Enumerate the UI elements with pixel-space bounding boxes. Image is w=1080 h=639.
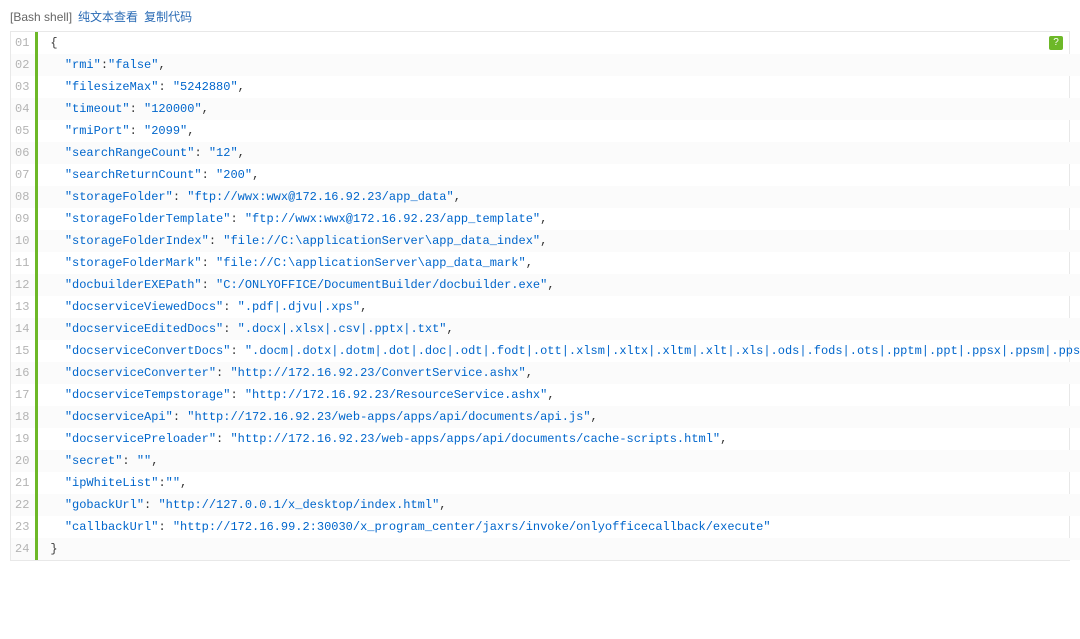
line-number: 13 (11, 296, 37, 318)
code-line: "ipWhiteList":"", (37, 472, 1080, 494)
code-line: "docservicePreloader": "http://172.16.92… (37, 428, 1080, 450)
line-number: 06 (11, 142, 37, 164)
code-row: 08 "storageFolder": "ftp://wwx:wwx@172.1… (11, 186, 1080, 208)
code-line: "searchReturnCount": "200", (37, 164, 1080, 186)
line-number: 03 (11, 76, 37, 98)
line-number: 21 (11, 472, 37, 494)
plain-text-link[interactable]: 纯文本查看 (78, 8, 138, 25)
code-row: 05 "rmiPort": "2099", (11, 120, 1080, 142)
copy-code-link[interactable]: 复制代码 (144, 8, 192, 25)
code-row: 15 "docserviceConvertDocs": ".docm|.dotx… (11, 340, 1080, 362)
code-block: ? 01{02 "rmi":"false",03 "filesizeMax": … (10, 31, 1070, 561)
line-number: 01 (11, 32, 37, 54)
code-line: "docserviceTempstorage": "http://172.16.… (37, 384, 1080, 406)
code-row: 10 "storageFolderIndex": "file://C:\appl… (11, 230, 1080, 252)
code-row: 02 "rmi":"false", (11, 54, 1080, 76)
code-line: "storageFolderMark": "file://C:\applicat… (37, 252, 1080, 274)
line-number: 24 (11, 538, 37, 560)
code-row: 17 "docserviceTempstorage": "http://172.… (11, 384, 1080, 406)
line-number: 12 (11, 274, 37, 296)
line-number: 11 (11, 252, 37, 274)
line-number: 02 (11, 54, 37, 76)
code-line: "timeout": "120000", (37, 98, 1080, 120)
code-line: } (37, 538, 1080, 560)
code-line: "docserviceViewedDocs": ".pdf|.djvu|.xps… (37, 296, 1080, 318)
line-number: 09 (11, 208, 37, 230)
line-number: 19 (11, 428, 37, 450)
line-number: 08 (11, 186, 37, 208)
code-row: 04 "timeout": "120000", (11, 98, 1080, 120)
code-row: 21 "ipWhiteList":"", (11, 472, 1080, 494)
code-row: 12 "docbuilderEXEPath": "C:/ONLYOFFICE/D… (11, 274, 1080, 296)
line-number: 04 (11, 98, 37, 120)
code-line: "docserviceEditedDocs": ".docx|.xlsx|.cs… (37, 318, 1080, 340)
language-label: [Bash shell] (10, 10, 72, 24)
code-table: 01{02 "rmi":"false",03 "filesizeMax": "5… (11, 32, 1080, 560)
code-row: 06 "searchRangeCount": "12", (11, 142, 1080, 164)
code-line: "gobackUrl": "http://127.0.0.1/x_desktop… (37, 494, 1080, 516)
code-line: { (37, 32, 1080, 54)
line-number: 18 (11, 406, 37, 428)
code-line: "rmiPort": "2099", (37, 120, 1080, 142)
code-line: "docserviceApi": "http://172.16.92.23/we… (37, 406, 1080, 428)
code-line: "docserviceConverter": "http://172.16.92… (37, 362, 1080, 384)
code-line: "storageFolder": "ftp://wwx:wwx@172.16.9… (37, 186, 1080, 208)
line-number: 23 (11, 516, 37, 538)
line-number: 14 (11, 318, 37, 340)
code-line: "storageFolderTemplate": "ftp://wwx:wwx@… (37, 208, 1080, 230)
line-number: 10 (11, 230, 37, 252)
line-number: 22 (11, 494, 37, 516)
line-number: 07 (11, 164, 37, 186)
line-number: 17 (11, 384, 37, 406)
code-row: 19 "docservicePreloader": "http://172.16… (11, 428, 1080, 450)
code-line: "storageFolderIndex": "file://C:\applica… (37, 230, 1080, 252)
code-line: "callbackUrl": "http://172.16.99.2:30030… (37, 516, 1080, 538)
code-row: 18 "docserviceApi": "http://172.16.92.23… (11, 406, 1080, 428)
code-line: "docbuilderEXEPath": "C:/ONLYOFFICE/Docu… (37, 274, 1080, 296)
code-row: 03 "filesizeMax": "5242880", (11, 76, 1080, 98)
code-row: 23 "callbackUrl": "http://172.16.99.2:30… (11, 516, 1080, 538)
help-icon[interactable]: ? (1049, 36, 1063, 50)
code-row: 09 "storageFolderTemplate": "ftp://wwx:w… (11, 208, 1080, 230)
code-row: 16 "docserviceConverter": "http://172.16… (11, 362, 1080, 384)
code-row: 13 "docserviceViewedDocs": ".pdf|.djvu|.… (11, 296, 1080, 318)
code-row: 01{ (11, 32, 1080, 54)
line-number: 20 (11, 450, 37, 472)
code-row: 20 "secret": "", (11, 450, 1080, 472)
code-header: [Bash shell] 纯文本查看 复制代码 (10, 8, 1070, 25)
code-line: "secret": "", (37, 450, 1080, 472)
line-number: 05 (11, 120, 37, 142)
line-number: 16 (11, 362, 37, 384)
code-line: "docserviceConvertDocs": ".docm|.dotx|.d… (37, 340, 1080, 362)
code-row: 22 "gobackUrl": "http://127.0.0.1/x_desk… (11, 494, 1080, 516)
code-row: 07 "searchReturnCount": "200", (11, 164, 1080, 186)
code-row: 11 "storageFolderMark": "file://C:\appli… (11, 252, 1080, 274)
code-row: 24} (11, 538, 1080, 560)
code-line: "searchRangeCount": "12", (37, 142, 1080, 164)
code-line: "filesizeMax": "5242880", (37, 76, 1080, 98)
code-line: "rmi":"false", (37, 54, 1080, 76)
code-row: 14 "docserviceEditedDocs": ".docx|.xlsx|… (11, 318, 1080, 340)
line-number: 15 (11, 340, 37, 362)
